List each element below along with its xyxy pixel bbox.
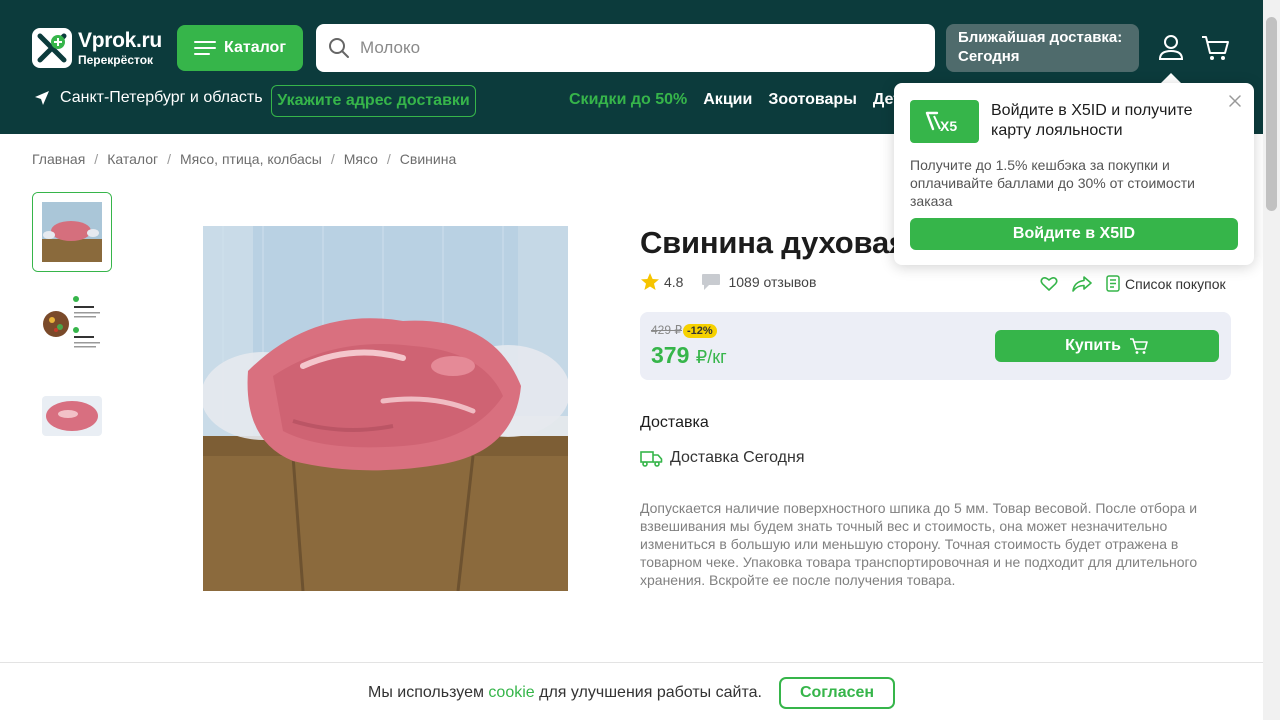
product-thumbnail-3[interactable] xyxy=(32,376,112,456)
user-icon[interactable] xyxy=(1158,34,1184,62)
shopping-list-button[interactable]: Список покупок xyxy=(1106,275,1226,292)
product-description: Допускается наличие поверхностного шпика… xyxy=(640,500,1198,588)
region-selector[interactable]: Санкт-Петербург и область xyxy=(34,89,263,107)
cookie-banner: Мы используем cookie для улучшения работ… xyxy=(0,662,1263,720)
delivery-heading: Доставка xyxy=(640,414,709,431)
header-nav: Скидки до 50% Акции Зоотовары Детс xyxy=(569,91,926,109)
current-price: 379 ₽/кг xyxy=(651,342,727,369)
logo-title: Vprok.ru xyxy=(78,29,162,52)
delivery-text: Доставка Сегодня xyxy=(670,449,805,466)
search-icon xyxy=(329,38,349,58)
nearest-delivery-button[interactable]: Ближайшая доставка: Сегодня xyxy=(946,24,1139,72)
shopping-list-label: Список покупок xyxy=(1125,275,1226,292)
logo-icon xyxy=(32,28,72,68)
scrollbar-thumb[interactable] xyxy=(1266,17,1277,211)
cookie-text-after: для улучшения работы сайта. xyxy=(534,684,762,701)
price-unit: ₽/кг xyxy=(695,347,727,367)
discount-badge: -12% xyxy=(683,324,717,338)
page-scrollbar[interactable] xyxy=(1263,0,1280,720)
share-icon xyxy=(1072,275,1092,292)
site-logo[interactable]: Vprok.ru Перекрёсток xyxy=(32,27,172,69)
product-thumbnail-1[interactable] xyxy=(32,192,112,272)
price-box: 429 ₽ -12% 379 ₽/кг Купить xyxy=(640,312,1231,380)
nav-pet-goods[interactable]: Зоотовары xyxy=(768,91,857,109)
cart-icon[interactable] xyxy=(1200,34,1230,62)
heart-icon xyxy=(1040,276,1058,291)
product-thumbnail-2[interactable] xyxy=(32,282,112,362)
breadcrumb-home[interactable]: Главная xyxy=(32,151,85,167)
product-actions: Список покупок xyxy=(1040,275,1240,292)
buy-label: Купить xyxy=(1065,337,1121,354)
delivery-address-button[interactable]: Укажите адрес доставки xyxy=(271,85,476,117)
product-title: Свинина духовая xyxy=(640,225,907,260)
popup-title: Войдите в X5ID и получите карту лояльнос… xyxy=(991,102,1193,139)
truck-icon xyxy=(640,451,663,467)
cookie-accept-button[interactable]: Согласен xyxy=(779,677,895,709)
star-icon xyxy=(641,273,659,290)
product-main-image[interactable] xyxy=(203,226,568,591)
close-icon[interactable] xyxy=(1228,94,1242,108)
share-button[interactable] xyxy=(1072,275,1092,292)
cookie-text-before: Мы используем xyxy=(368,684,489,701)
nav-discounts[interactable]: Скидки до 50% xyxy=(569,91,687,109)
x5-badge-text: X5 xyxy=(940,118,957,134)
popup-arrow xyxy=(1161,73,1181,83)
delivery-info: Доставка Сегодня xyxy=(640,449,804,467)
reviews-link[interactable]: 1089 отзывов xyxy=(701,273,816,291)
price-value: 379 xyxy=(651,342,690,368)
x5-logo: X5 xyxy=(910,100,979,143)
search-input[interactable] xyxy=(360,38,920,58)
reviews-count: 1089 отзывов xyxy=(728,274,817,290)
cart-icon xyxy=(1129,338,1148,354)
breadcrumb-meat[interactable]: Мясо xyxy=(344,151,378,167)
list-icon xyxy=(1106,275,1120,292)
rating-value: 4.8 xyxy=(664,274,684,290)
nav-promotions[interactable]: Акции xyxy=(703,91,752,109)
breadcrumb: Главная / Каталог / Мясо, птица, колбасы… xyxy=(32,151,457,167)
logo-subtitle: Перекрёсток xyxy=(78,53,154,67)
catalog-button[interactable]: Каталог xyxy=(177,25,303,71)
x5id-login-popup: X5 Войдите в X5ID и получите карту лояль… xyxy=(894,83,1254,265)
old-price: 429 ₽ xyxy=(651,323,682,337)
buy-button[interactable]: Купить xyxy=(995,330,1219,362)
comment-icon xyxy=(702,274,721,290)
search-bar xyxy=(316,24,935,72)
breadcrumb-meat-poultry[interactable]: Мясо, птица, колбасы xyxy=(180,151,322,167)
menu-icon xyxy=(194,40,216,56)
breadcrumb-pork[interactable]: Свинина xyxy=(400,151,456,167)
cookie-link[interactable]: cookie xyxy=(488,684,534,701)
location-arrow-icon xyxy=(35,91,49,105)
popup-text: Получите до 1.5% кешбэка за покупки и оп… xyxy=(910,157,1195,209)
cookie-message: Мы используем cookie для улучшения работ… xyxy=(368,684,762,702)
catalog-label: Каталог xyxy=(224,39,286,56)
x5id-login-button[interactable]: Войдите в X5ID xyxy=(910,218,1238,250)
rating-row: 4.8 1089 отзывов xyxy=(640,272,816,292)
favorite-button[interactable] xyxy=(1040,276,1058,292)
region-label: Санкт-Петербург и область xyxy=(60,89,263,106)
breadcrumb-catalog[interactable]: Каталог xyxy=(107,151,158,167)
